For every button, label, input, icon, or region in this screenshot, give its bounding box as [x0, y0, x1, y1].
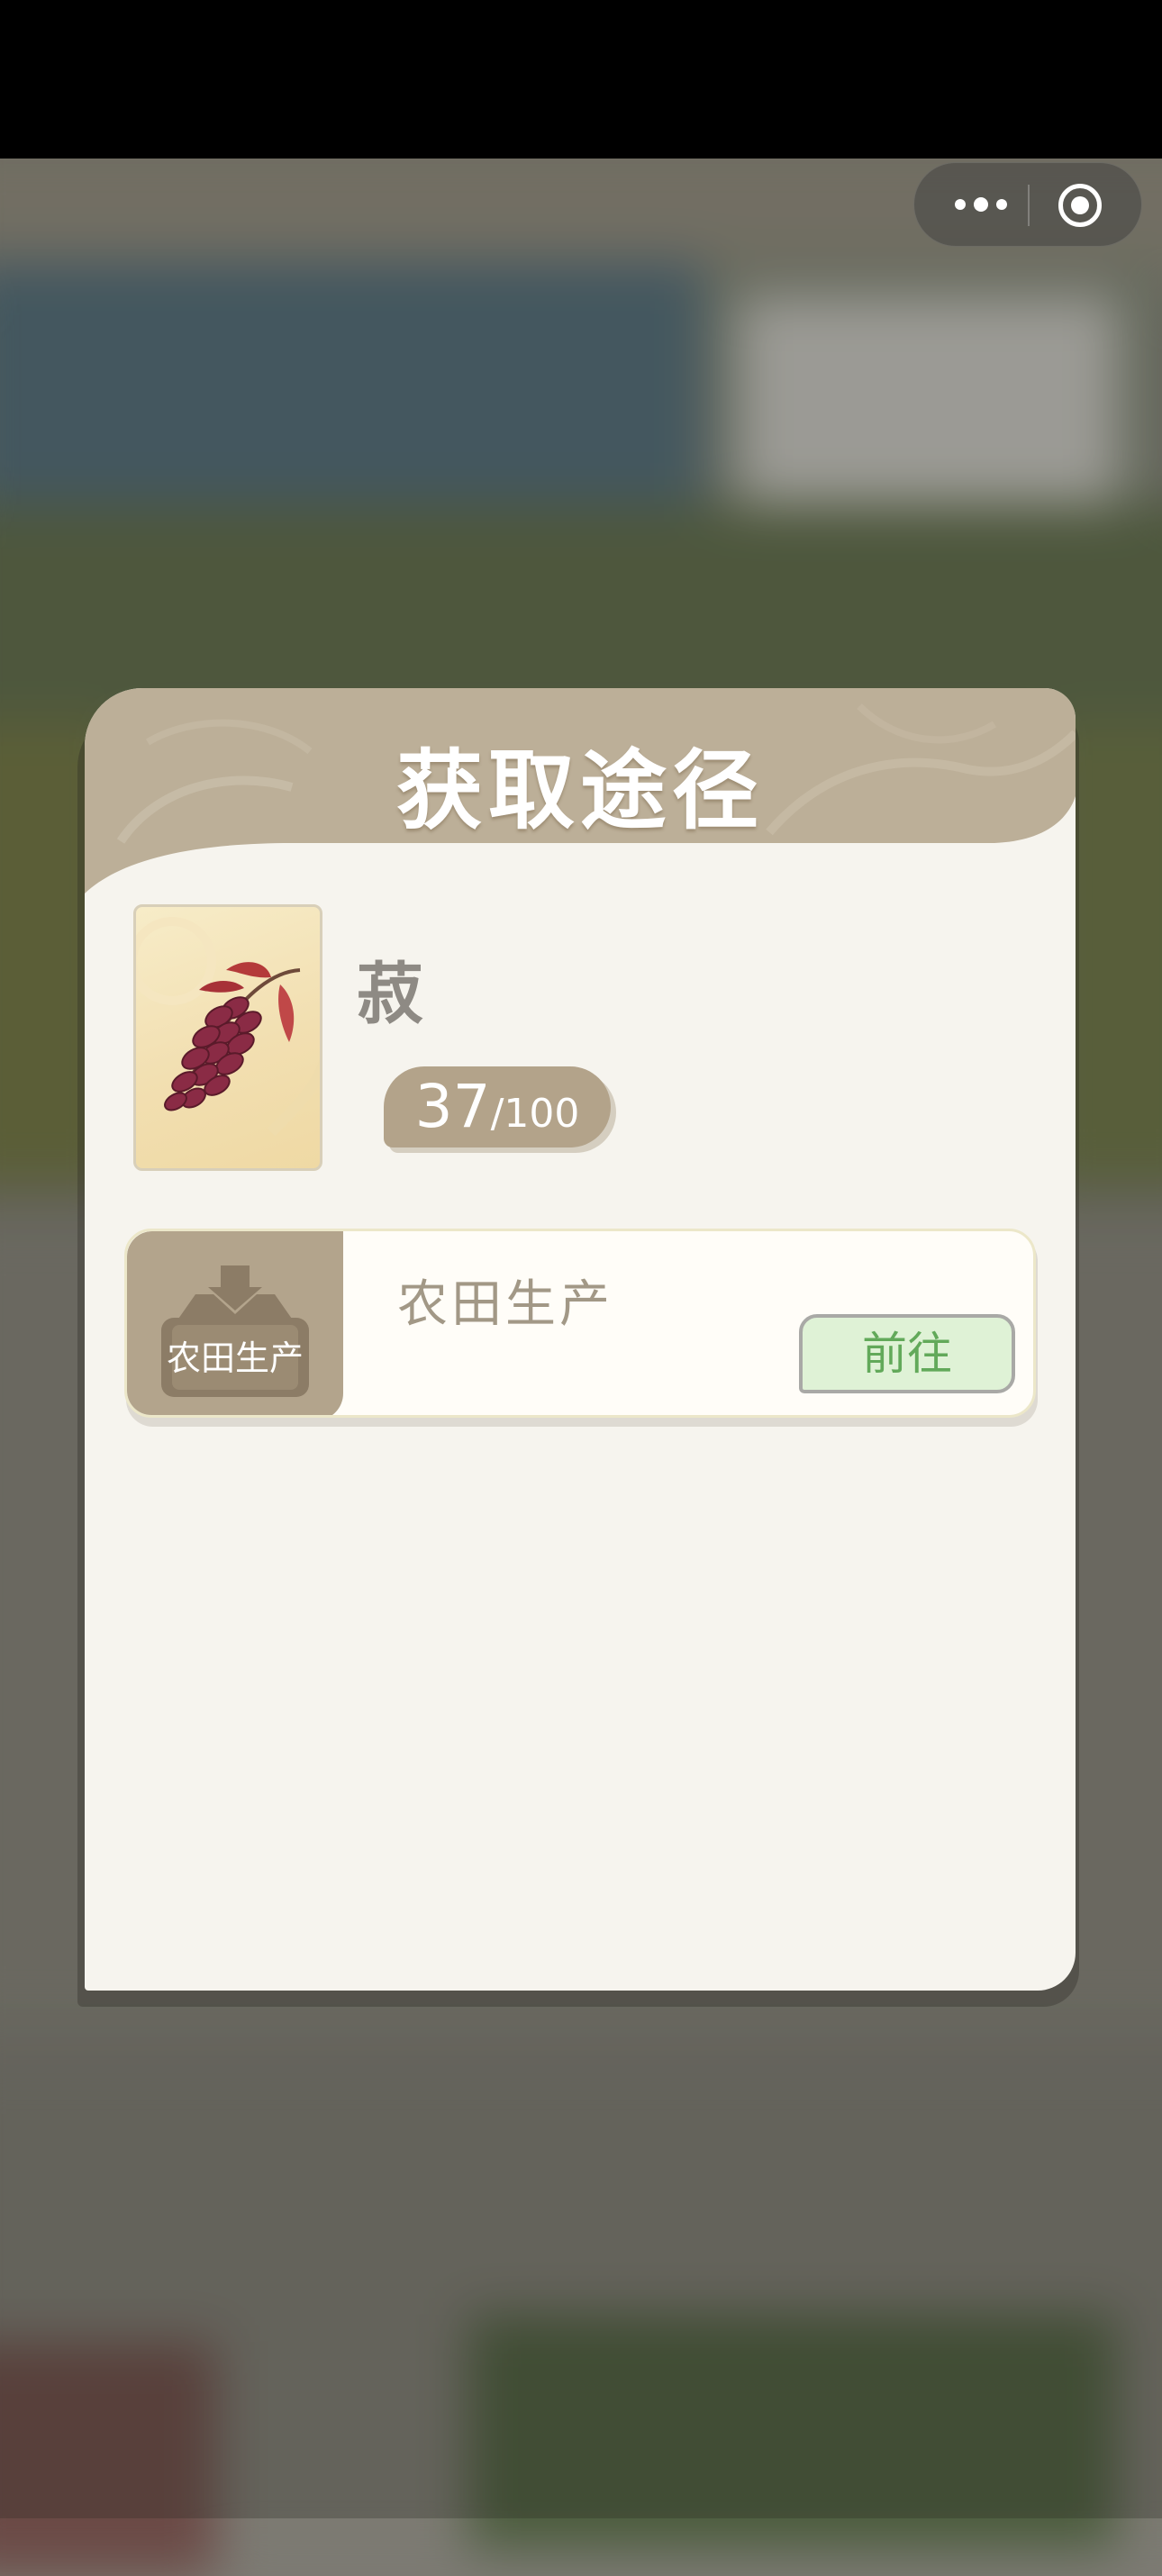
source-title: 农田生产 [397, 1275, 613, 1334]
source-icon-label: 农田生产 [166, 1338, 304, 1378]
quantity-max: 100 [504, 1091, 580, 1137]
close-target-icon[interactable] [1058, 184, 1102, 227]
quantity-separator: / [490, 1091, 504, 1137]
acquisition-dialog: 获取途径 菽 37/100 农田生产 农田生产 前往 [85, 688, 1076, 1991]
dialog-title: 获取途径 [396, 740, 764, 841]
item-quantity-badge: 37/100 [384, 1066, 611, 1147]
quantity-current: 37 [414, 1072, 491, 1141]
go-button[interactable]: 前往 [799, 1314, 1015, 1393]
red-grain-cluster-icon [136, 917, 320, 1137]
item-name: 菽 [357, 956, 423, 1033]
more-dots-icon[interactable] [945, 163, 1017, 246]
status-bar [0, 0, 1162, 159]
dialog-header: 获取途径 [85, 688, 1076, 895]
capsule-divider [1028, 185, 1030, 226]
source-icon-panel: 农田生产 [127, 1231, 343, 1415]
mini-program-capsule [913, 162, 1142, 247]
source-row: 农田生产 农田生产 前往 [124, 1229, 1036, 1418]
inbox-tray-icon [161, 1265, 309, 1397]
item-card [133, 904, 322, 1171]
